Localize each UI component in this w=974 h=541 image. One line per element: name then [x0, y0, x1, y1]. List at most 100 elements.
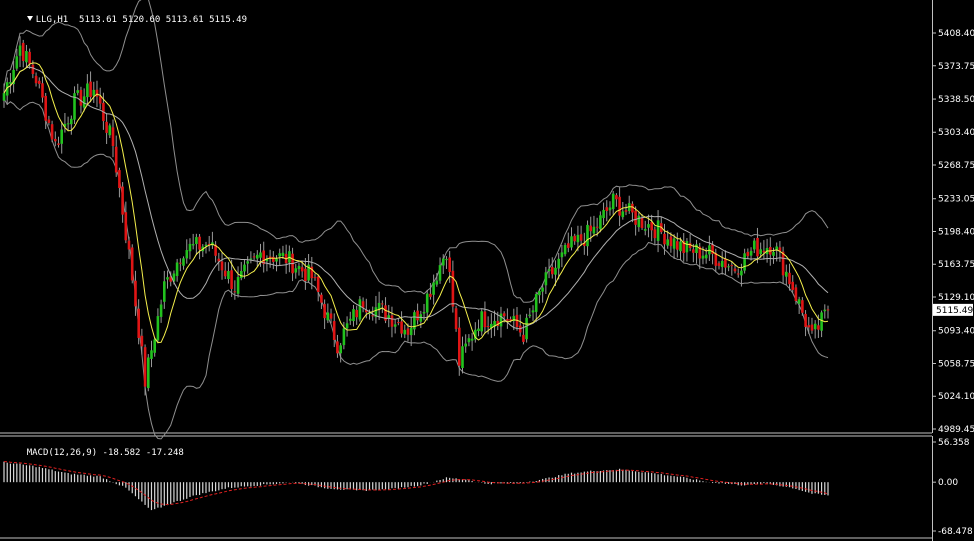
dropdown-triangle-icon[interactable] — [26, 16, 33, 21]
candle-bull — [621, 211, 625, 218]
candle-bull — [2, 93, 6, 101]
candle-bull — [256, 254, 259, 259]
candle-bull — [647, 224, 650, 228]
candle-bull — [602, 209, 605, 219]
candle-bear — [316, 276, 320, 292]
candle-bear — [736, 273, 740, 275]
candle-bull — [679, 241, 682, 252]
candle-bear — [400, 321, 403, 334]
candle-bull — [743, 253, 746, 271]
candle-bear — [54, 138, 57, 142]
candle-bear — [272, 256, 275, 262]
candle-bear — [233, 291, 237, 293]
candle-bull — [422, 312, 426, 314]
candle-bear — [416, 310, 419, 321]
macd-tick-label: -68.478 — [938, 527, 973, 537]
candle-bull — [342, 328, 346, 346]
candle-bull — [643, 229, 647, 231]
candle-bear — [458, 327, 461, 366]
candle-bull — [570, 236, 573, 248]
candle-bear — [313, 277, 317, 279]
symbol-header[interactable]: LLG,H1 5113.61 5120.60 5113.61 5115.49 — [5, 5, 247, 35]
candle-bull — [243, 264, 246, 272]
candle-bear — [118, 170, 121, 188]
candle-bull — [195, 237, 198, 244]
candle-bear — [220, 261, 224, 271]
candle-bull — [480, 311, 483, 332]
candle-bear — [801, 300, 804, 313]
candle-bull — [477, 328, 480, 331]
price-tick-label: 5303.40 — [938, 128, 974, 138]
candle-bull — [153, 339, 156, 353]
candle-bear — [252, 256, 256, 258]
candle-bull — [60, 129, 63, 144]
candle-bear — [762, 250, 766, 253]
candle-bear — [730, 265, 734, 267]
candle-bear — [121, 186, 124, 215]
candle-bull — [720, 261, 724, 267]
price-tick-label: 5093.40 — [938, 327, 974, 337]
candle-bear — [140, 335, 144, 347]
candle-bull — [227, 271, 230, 279]
candle-bear — [788, 272, 791, 285]
candle-bear — [47, 119, 51, 123]
candle-bear — [615, 195, 618, 200]
candle-bull — [66, 123, 70, 125]
candle-bull — [166, 277, 169, 280]
candle-bull — [701, 255, 705, 259]
candle-bull — [15, 56, 19, 69]
candle-bull — [147, 357, 150, 389]
candle-bear — [28, 51, 31, 64]
candle-bull — [188, 243, 192, 252]
candle-bear — [573, 235, 576, 242]
candle-bear — [397, 322, 400, 324]
candle-bull — [70, 118, 73, 125]
candle-bull — [294, 268, 298, 273]
candle-bear — [804, 313, 807, 327]
candle-bear — [130, 247, 134, 281]
price-tick-label: 5338.50 — [938, 95, 974, 105]
candle-bull — [531, 310, 535, 313]
candle-bear — [746, 251, 750, 257]
candle-bull — [393, 324, 397, 327]
candle-bull — [586, 224, 589, 247]
candle-bull — [538, 290, 541, 296]
candle-bull — [467, 338, 471, 343]
candle-bull — [672, 238, 676, 249]
candle-bull — [18, 45, 22, 56]
candle-bear — [320, 294, 323, 303]
candle-bull — [749, 250, 753, 256]
price-tick-label: 5198.40 — [938, 227, 974, 237]
candle-bull — [438, 265, 442, 281]
candle-bear — [95, 89, 99, 97]
candle-bear — [50, 124, 54, 140]
candle-bear — [448, 257, 451, 272]
candle-bear — [31, 64, 35, 74]
candle-bull — [445, 259, 448, 261]
candle-bull — [772, 251, 775, 256]
candle-bear — [44, 95, 47, 121]
candle-bear — [663, 233, 666, 245]
candle-bear — [567, 243, 570, 248]
candle-bear — [676, 241, 679, 250]
price-tick-label: 4989.45 — [938, 425, 974, 435]
candle-bear — [79, 89, 83, 106]
candle-bear — [733, 268, 737, 272]
candle-bull — [813, 323, 817, 330]
candle-bull — [175, 262, 179, 276]
symbol-label: LLG,H1 — [35, 15, 69, 25]
candle-bear — [724, 258, 727, 268]
candle-bear — [406, 328, 410, 335]
candle-bull — [541, 287, 544, 292]
candle-bull — [92, 89, 96, 96]
candle-bull — [464, 343, 467, 347]
candle-bull — [576, 234, 580, 243]
candle-bear — [105, 121, 108, 133]
candle-bear — [198, 236, 201, 250]
candle-bull — [442, 258, 445, 266]
candle-bear — [669, 236, 673, 247]
candle-bear — [826, 309, 830, 311]
candle-bull — [592, 226, 596, 234]
candle-bear — [57, 143, 60, 145]
candle-bull — [108, 125, 112, 136]
